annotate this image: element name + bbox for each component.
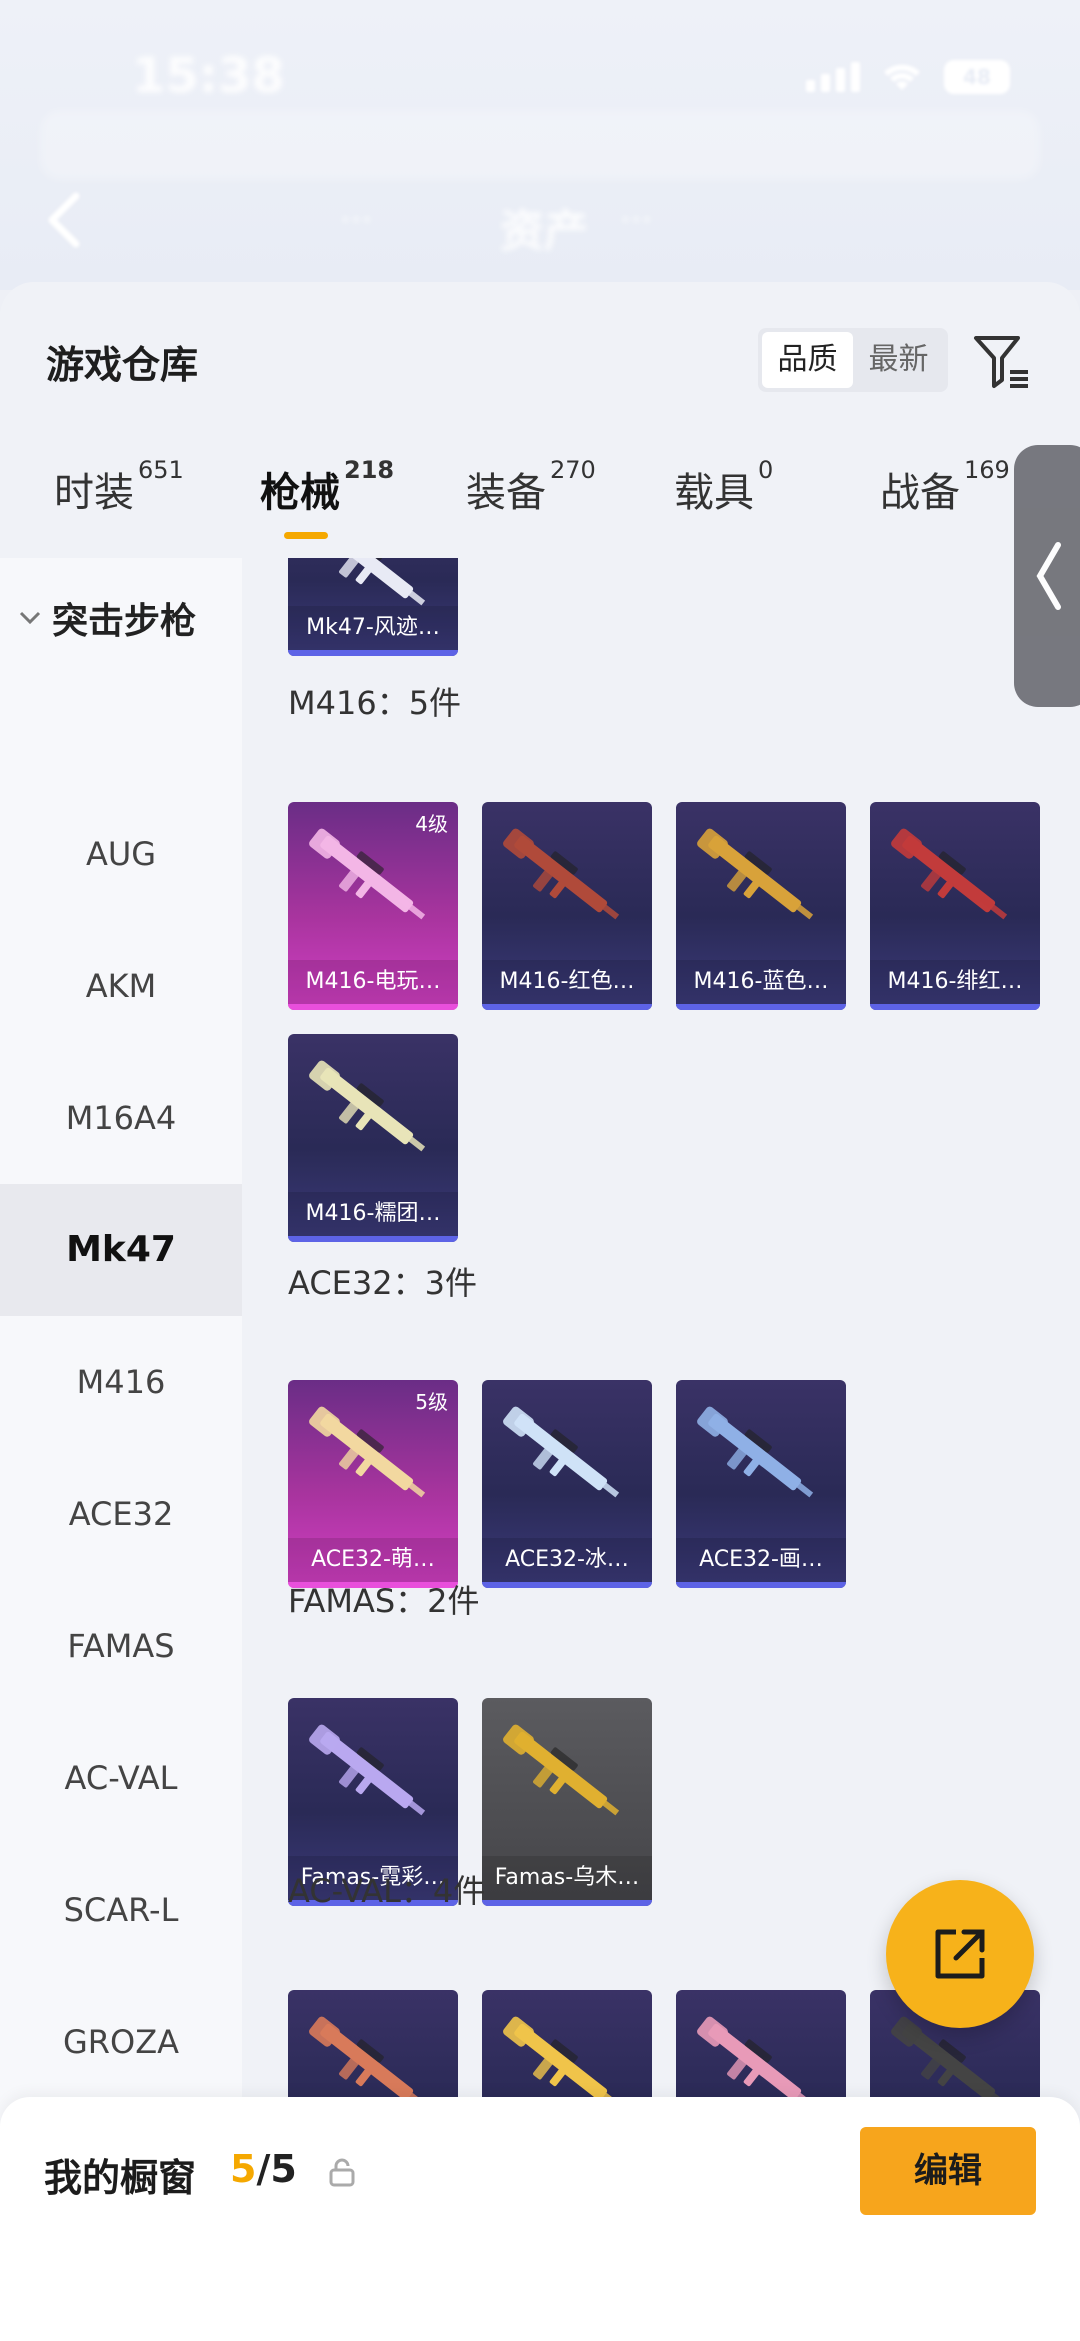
item-rarity-bar: [870, 1004, 1040, 1010]
item-card[interactable]: 4级 M416-电玩…: [288, 802, 458, 1010]
category-tabs: 时装 651 枪械 218 装备 270 载具 0 战备 169: [0, 432, 1080, 542]
item-name: M416-红色…: [482, 960, 652, 1004]
category-header[interactable]: 突击步枪: [0, 578, 242, 658]
item-name: M416-蓝色…: [676, 960, 846, 1004]
rifle-icon: [309, 1724, 426, 1816]
tab-battle-gear[interactable]: 战备 169: [880, 456, 1010, 518]
status-time: 15:38: [132, 48, 285, 104]
showcase-count: 5/5: [230, 2147, 297, 2191]
item-level-badge: 5级: [415, 1390, 448, 1414]
filter-icon[interactable]: [972, 332, 1032, 392]
showcase-bar: 我的橱窗 5/5 编辑: [0, 2097, 1080, 2341]
back-arrow-icon[interactable]: [44, 190, 84, 250]
header-right-hint: ···: [620, 200, 653, 240]
category-item-famas[interactable]: FAMAS: [0, 1580, 242, 1712]
item-rarity-bar: [482, 1004, 652, 1010]
showcase-label: 我的橱窗: [44, 2156, 197, 2200]
warehouse-sheet: 游戏仓库 品质 最新 时装 651 枪械 218 装备 270 载具 0 战备 169 突…: [0, 282, 1080, 2341]
edit-button[interactable]: 编辑: [860, 2127, 1036, 2215]
rifle-icon: [503, 1724, 620, 1816]
rifle-icon: [697, 828, 814, 920]
status-icons: 48: [806, 60, 1010, 94]
rifle-icon: [309, 1406, 426, 1498]
item-name: M416-糯团…: [288, 1192, 458, 1236]
item-name: Famas-乌木…: [482, 1856, 652, 1900]
item-rarity-bar: [676, 1582, 846, 1588]
lock-icon[interactable]: [328, 2157, 356, 2187]
item-rarity-bar: [676, 1004, 846, 1010]
item-name: Mk47-风迹…: [288, 606, 458, 650]
rifle-icon: [309, 1060, 426, 1152]
item-name: M416-电玩…: [288, 960, 458, 1004]
item-level-badge: 4级: [415, 812, 448, 836]
active-tab-indicator: [284, 532, 328, 539]
item-rarity-bar: [288, 650, 458, 656]
category-item-aug[interactable]: AUG: [0, 788, 242, 920]
item-rarity-bar: [482, 1900, 652, 1906]
battery-icon: 48: [944, 60, 1010, 94]
category-item-akm[interactable]: AKM: [0, 920, 242, 1052]
category-item-scar-l[interactable]: SCAR-L: [0, 1844, 242, 1976]
wifi-icon: [884, 64, 920, 90]
header-left-hint: ···: [340, 200, 373, 240]
tab-vehicles[interactable]: 载具 0: [674, 456, 773, 518]
sort-newest-option[interactable]: 最新: [853, 332, 944, 388]
item-rarity-bar: [288, 1004, 458, 1010]
item-card[interactable]: M416-绯红…: [870, 802, 1040, 1010]
sheet-title: 游戏仓库: [46, 343, 199, 387]
share-button[interactable]: [886, 1880, 1034, 2028]
category-item-groza[interactable]: GROZA: [0, 1976, 242, 2108]
category-item-m416[interactable]: M416: [0, 1316, 242, 1448]
item-card[interactable]: ACE32-画…: [676, 1380, 846, 1588]
item-name: ACE32-画…: [676, 1538, 846, 1582]
item-name: ACE32-冰…: [482, 1538, 652, 1582]
category-item-mk47[interactable]: Mk47: [0, 1184, 242, 1316]
group-label: ACE32：3件: [288, 1264, 477, 1302]
item-name: M416-绯红…: [870, 960, 1040, 1004]
rifle-icon: [503, 1406, 620, 1498]
rifle-icon: [697, 1406, 814, 1498]
category-item-ac-val[interactable]: AC-VAL: [0, 1712, 242, 1844]
share-icon: [935, 1929, 985, 1979]
sort-toggle[interactable]: 品质 最新: [758, 328, 948, 392]
category-item-ace32[interactable]: ACE32: [0, 1448, 242, 1580]
item-card[interactable]: 5级 ACE32-萌…: [288, 1380, 458, 1588]
category-item-m16a4[interactable]: M16A4: [0, 1052, 242, 1184]
group-label: AC-VAL：4件: [288, 1872, 486, 1910]
chevron-down-icon: [19, 611, 41, 625]
item-card[interactable]: M416-蓝色…: [676, 802, 846, 1010]
item-rarity-bar: [288, 1236, 458, 1242]
header-title: 资产: [500, 206, 588, 257]
signal-icon: [806, 62, 860, 92]
item-card[interactable]: M416-红色…: [482, 802, 652, 1010]
header-blur-bar: [40, 110, 1040, 180]
item-card[interactable]: Mk47-风迹…: [288, 558, 458, 656]
group-label: M416：5件: [288, 684, 462, 722]
item-grid: Mk47-风迹… M416：5件 4级 M416-电玩… M416-红色… M416-蓝色…: [242, 558, 1080, 2341]
group-label: FAMAS：2件: [288, 1582, 480, 1620]
item-card[interactable]: ACE32-冰…: [482, 1380, 652, 1588]
rifle-icon: [503, 828, 620, 920]
tab-equipment[interactable]: 装备 270: [466, 456, 596, 518]
side-panel-handle[interactable]: [1014, 445, 1080, 707]
category-header-label: 突击步枪: [52, 601, 197, 642]
rifle-icon: [891, 828, 1008, 920]
item-rarity-bar: [482, 1582, 652, 1588]
background-header: 15:38 48 ··· 资产 ···: [0, 0, 1080, 290]
sort-quality-option[interactable]: 品质: [762, 332, 853, 388]
item-card[interactable]: Famas-乌木…: [482, 1698, 652, 1906]
chevron-left-icon: [1036, 542, 1061, 610]
item-card[interactable]: M416-糯团…: [288, 1034, 458, 1242]
tab-fashion[interactable]: 时装 651: [54, 456, 184, 518]
weapon-category-list: 突击步枪 AUG AKM M16A4 Mk47 M416 ACE32 FAMAS AC-VAL…: [0, 558, 242, 2341]
tab-guns[interactable]: 枪械 218: [260, 456, 394, 518]
rifle-icon: [309, 828, 426, 920]
